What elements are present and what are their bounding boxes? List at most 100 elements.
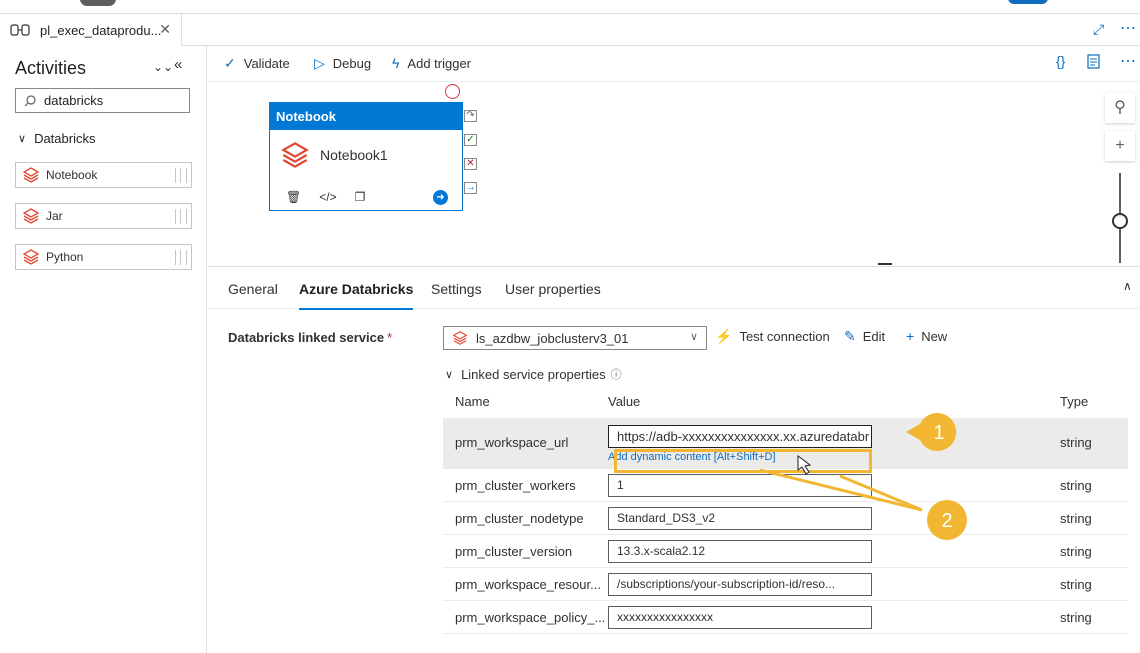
header-toggle[interactable] — [1008, 0, 1048, 4]
debug-button[interactable]: ▷ Debug — [314, 55, 371, 72]
param-type: string — [1060, 576, 1092, 592]
node-header: Notebook — [270, 103, 462, 130]
node-ports: ↷ ✓ ✕ → — [464, 110, 477, 206]
param-name: prm_workspace_resour... — [455, 576, 601, 592]
hide-pane-icon[interactable]: « — [174, 56, 182, 73]
col-name: Name — [455, 394, 490, 409]
skip-port-icon[interactable]: ↷ — [464, 110, 477, 122]
databricks-icon — [452, 331, 468, 345]
properties-tabs: General Azure Databricks Settings User p… — [208, 267, 1140, 310]
param-name: prm_cluster_version — [455, 543, 573, 559]
lightning-icon: ϟ — [392, 55, 400, 71]
databricks-icon — [22, 208, 40, 224]
param-type: string — [1060, 543, 1092, 559]
add-trigger-button[interactable]: ϟ Add trigger — [392, 55, 471, 71]
tab-general[interactable]: General — [228, 281, 278, 297]
table-row[interactable]: prm_workspace_resour... /subscriptions/y… — [443, 568, 1128, 601]
activity-item-python[interactable]: Python — [15, 244, 192, 270]
pencil-icon: ✎ — [844, 328, 856, 344]
param-name: prm_cluster_workers — [455, 477, 576, 493]
activity-label: Notebook — [46, 168, 98, 182]
info-icon[interactable]: ⓘ — [611, 366, 622, 382]
linked-service-select[interactable]: ls_azdbw_jobclusterv3_01 ∨ — [443, 326, 707, 350]
drag-handle[interactable] — [175, 168, 187, 183]
arrow-right-icon[interactable]: ➜ — [433, 190, 448, 205]
parameters-table: Name Value Type prm_workspace_url https:… — [443, 385, 1128, 634]
validate-button[interactable]: ✓ Validate — [224, 55, 290, 72]
group-databricks[interactable]: ∨ Databricks — [18, 131, 95, 146]
tab-azure-databricks[interactable]: Azure Databricks — [299, 281, 414, 310]
activities-search[interactable] — [15, 88, 190, 113]
chevron-up-icon[interactable]: ∧ — [1123, 279, 1132, 293]
param-value-input[interactable]: xxxxxxxxxxxxxxxx — [608, 605, 872, 629]
drag-handle[interactable] — [175, 250, 187, 265]
search-icon[interactable]: ⚲ — [1105, 93, 1135, 123]
param-type: string — [1060, 609, 1092, 625]
zoom-in-icon[interactable]: + — [1105, 131, 1135, 161]
col-type: Type — [1060, 394, 1089, 409]
table-header: Name Value Type — [443, 385, 1128, 419]
close-icon[interactable]: ✕ — [159, 21, 171, 38]
activity-label: Jar — [46, 209, 63, 223]
param-value-input[interactable]: /subscriptions/your-subscription-id/reso… — [608, 572, 872, 596]
tab-user-properties[interactable]: User properties — [505, 281, 601, 297]
collapse-all-icon[interactable]: ⌄⌄ — [153, 60, 173, 74]
more-icon[interactable]: ⋯ — [1120, 18, 1137, 38]
table-row[interactable]: prm_workspace_policy_... xxxxxxxxxxxxxxx… — [443, 601, 1128, 634]
databricks-icon — [281, 142, 309, 168]
delete-icon[interactable]: 🗑 — [286, 190, 301, 204]
edit-button[interactable]: ✎ Edit — [844, 328, 885, 345]
activity-item-notebook[interactable]: Notebook — [15, 162, 192, 188]
databricks-icon — [22, 249, 40, 265]
param-type: string — [1060, 435, 1092, 450]
completion-port-icon[interactable]: → — [464, 182, 477, 194]
drag-handle[interactable] — [175, 209, 187, 224]
new-button[interactable]: + New — [906, 328, 947, 344]
code-icon[interactable]: {} — [1056, 53, 1065, 69]
linked-service-label-text: Databricks linked service — [228, 330, 385, 345]
activities-title: Activities — [15, 58, 87, 78]
properties-icon[interactable] — [1087, 53, 1103, 71]
zoom-slider-knob[interactable] — [1112, 213, 1128, 229]
more-icon[interactable]: ⋯ — [1120, 51, 1136, 71]
pipeline-tab[interactable]: pl_exec_dataprodu... ✕ — [0, 14, 182, 46]
callout-2: 2 — [927, 500, 967, 540]
table-row[interactable]: prm_cluster_version 13.3.x-scala2.12 str… — [443, 535, 1128, 568]
param-name: prm_workspace_policy_... — [455, 609, 606, 625]
top-header-strip — [0, 0, 1140, 14]
tab-bar: pl_exec_dataprodu... ✕ ⤢ ⋯ — [0, 14, 1140, 46]
table-row[interactable]: prm_cluster_workers 1 string — [443, 469, 1128, 502]
activity-item-jar[interactable]: Jar — [15, 203, 192, 229]
code-icon[interactable]: </> — [319, 190, 336, 204]
table-row[interactable]: prm_cluster_nodetype Standard_DS3_v2 str… — [443, 502, 1128, 535]
failure-port-icon[interactable]: ✕ — [464, 158, 477, 170]
tab-title: pl_exec_dataprodu... — [40, 22, 162, 38]
zoom-controls: ⚲ + — [1105, 93, 1135, 263]
param-value-input[interactable]: 13.3.x-scala2.12 — [608, 539, 872, 563]
chevron-down-icon: ∨ — [445, 368, 454, 381]
new-label: New — [921, 328, 948, 344]
edit-label: Edit — [862, 329, 886, 344]
param-type: string — [1060, 477, 1092, 493]
notebook-activity-node[interactable]: Notebook Notebook1 🗑 </> ❐ ➜ — [269, 102, 463, 211]
expand-icon[interactable]: ⤢ — [1093, 21, 1104, 38]
databricks-icon — [22, 167, 40, 183]
param-value-input[interactable]: Standard_DS3_v2 — [608, 506, 872, 530]
param-value-input[interactable]: 1 — [608, 473, 872, 497]
pipeline-canvas[interactable]: Notebook Notebook1 🗑 </> ❐ ➜ ↷ ✓ ✕ → ⚲ + — [208, 83, 1140, 265]
pane-splitter[interactable] — [878, 263, 892, 265]
header-pill — [80, 0, 116, 6]
linked-service-label: Databricks linked service * — [228, 330, 392, 345]
chevron-down-icon: ∨ — [18, 133, 27, 145]
param-value-input[interactable]: https://adb-xxxxxxxxxxxxxxx.xx.azuredata… — [608, 425, 872, 448]
col-value: Value — [608, 394, 641, 409]
search-input[interactable] — [44, 93, 174, 108]
success-port-icon[interactable]: ✓ — [464, 134, 477, 146]
plug-icon: ⚡ — [715, 328, 733, 344]
linked-service-properties-toggle[interactable]: ∨ Linked service properties ⓘ — [445, 366, 622, 382]
test-connection-button[interactable]: ⚡ Test connection — [715, 328, 830, 345]
add-trigger-label: Add trigger — [407, 55, 472, 71]
tab-settings[interactable]: Settings — [431, 281, 482, 297]
callout-1: 1 — [906, 413, 957, 451]
copy-icon[interactable]: ❐ — [355, 190, 366, 204]
